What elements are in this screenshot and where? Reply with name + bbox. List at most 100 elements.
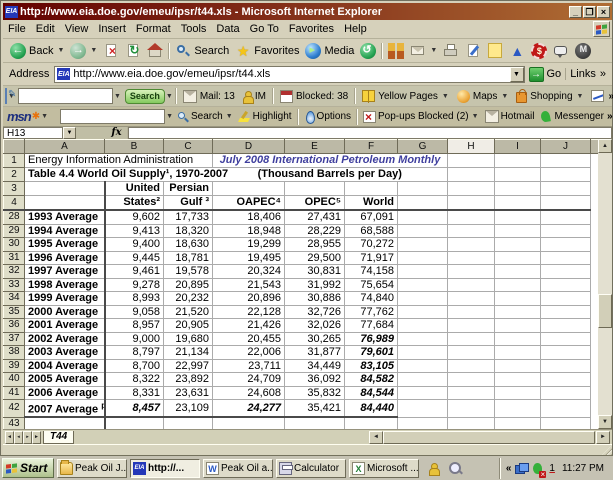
cell-E28[interactable]: 27,431 xyxy=(285,210,345,224)
cell-D32[interactable]: 20,324 xyxy=(213,265,285,279)
cell-D42[interactable]: 24,277 xyxy=(213,400,285,418)
cell[interactable] xyxy=(495,373,541,387)
menu-view[interactable]: View xyxy=(60,21,94,37)
menu-format[interactable]: Format xyxy=(131,21,176,37)
cell-A2[interactable]: Table 4.4 World Oil Supply¹, 1970-2007 xyxy=(25,168,213,182)
scroll-left-button[interactable]: ◄ xyxy=(369,431,383,444)
yahoo-pencil-icon[interactable] xyxy=(5,88,7,104)
cell[interactable] xyxy=(448,332,495,346)
cell-B33[interactable]: 9,278 xyxy=(105,278,164,292)
cell[interactable] xyxy=(495,182,541,196)
media-button[interactable]: Media xyxy=(302,42,357,60)
poker-button[interactable] xyxy=(528,42,550,60)
cell-F32[interactable]: 74,158 xyxy=(345,265,398,279)
cell-B41[interactable]: 8,331 xyxy=(105,386,164,400)
cell[interactable] xyxy=(448,168,495,182)
select-all-corner[interactable] xyxy=(4,140,25,154)
tray-number[interactable]: 1 xyxy=(549,463,555,474)
cell-E33[interactable]: 31,992 xyxy=(285,278,345,292)
cell-F38[interactable]: 79,601 xyxy=(345,346,398,360)
highlight-button[interactable]: Highlight xyxy=(236,111,295,123)
taskbar-button-microsoft-[interactable]: XMicrosoft ... xyxy=(349,459,419,478)
cell[interactable] xyxy=(448,210,495,224)
column-header-C[interactable]: C xyxy=(164,140,213,154)
cell-D31[interactable]: 19,495 xyxy=(213,251,285,265)
msn-input-dropdown[interactable]: ▼ xyxy=(166,113,173,120)
cell-C33[interactable]: 20,895 xyxy=(164,278,213,292)
cell-B30[interactable]: 9,400 xyxy=(105,238,164,252)
cell-B37[interactable]: 9,000 xyxy=(105,332,164,346)
cell[interactable] xyxy=(541,305,591,319)
minimize-button[interactable]: _ xyxy=(569,6,582,18)
cell[interactable] xyxy=(448,400,495,418)
cell-A40[interactable]: 2005 Average xyxy=(25,373,105,387)
cell-A38[interactable]: 2003 Average xyxy=(25,346,105,360)
menu-help[interactable]: Help xyxy=(339,21,372,37)
cell[interactable] xyxy=(495,319,541,333)
cell[interactable] xyxy=(541,373,591,387)
cell[interactable] xyxy=(398,238,448,252)
cell[interactable] xyxy=(448,386,495,400)
cell-D38[interactable]: 22,006 xyxy=(213,346,285,360)
column-header-B[interactable]: B xyxy=(105,140,164,154)
cell[interactable] xyxy=(495,224,541,238)
cell-E4[interactable]: OPEC⁵ xyxy=(285,196,345,211)
cell-A3[interactable] xyxy=(25,182,105,196)
cell[interactable] xyxy=(541,251,591,265)
cell-F37[interactable]: 76,989 xyxy=(345,332,398,346)
options-button[interactable]: Options xyxy=(301,111,354,123)
start-button[interactable]: Start xyxy=(2,458,54,478)
cell-A30[interactable]: 1995 Average xyxy=(25,238,105,252)
cell-D37[interactable]: 20,455 xyxy=(213,332,285,346)
cell[interactable] xyxy=(398,182,448,196)
cell-A1[interactable]: Energy Information Administration xyxy=(25,154,213,168)
tray-chevron[interactable]: « xyxy=(506,463,512,474)
search-button[interactable]: Search xyxy=(172,42,232,60)
cell-E37[interactable]: 30,265 xyxy=(285,332,345,346)
cell[interactable] xyxy=(448,305,495,319)
cell-C40[interactable]: 23,892 xyxy=(164,373,213,387)
cell-A36[interactable]: 2001 Average xyxy=(25,319,105,333)
sheet-tab-t44[interactable]: T44 xyxy=(43,431,74,444)
cell-A33[interactable]: 1998 Average xyxy=(25,278,105,292)
row-header-38[interactable]: 38 xyxy=(4,346,25,360)
cell[interactable] xyxy=(398,319,448,333)
cell-C39[interactable]: 22,997 xyxy=(164,359,213,373)
taskbar-button-peak-oil-j-[interactable]: Peak Oil J... xyxy=(57,459,127,478)
cell-B36[interactable]: 8,957 xyxy=(105,319,164,333)
messenger-button[interactable] xyxy=(572,42,594,60)
column-header-H[interactable]: H xyxy=(448,140,495,154)
cell[interactable] xyxy=(448,346,495,360)
shopping-item[interactable]: Shopping▼ xyxy=(512,89,587,103)
links-button[interactable]: Links» xyxy=(565,68,610,80)
menu-insert[interactable]: Insert xyxy=(93,21,131,37)
scroll-up-button[interactable]: ▲ xyxy=(598,139,612,153)
cell-D34[interactable]: 20,896 xyxy=(213,292,285,306)
taskbar-button-peak-oil-a-[interactable]: WPeak Oil a... xyxy=(203,459,273,478)
cell-B31[interactable]: 9,445 xyxy=(105,251,164,265)
cell-A4[interactable] xyxy=(25,196,105,211)
cell-C28[interactable]: 17,733 xyxy=(164,210,213,224)
cell[interactable] xyxy=(398,292,448,306)
cell-F41[interactable]: 84,544 xyxy=(345,386,398,400)
cell[interactable] xyxy=(541,210,591,224)
cell-D29[interactable]: 18,948 xyxy=(213,224,285,238)
cell-F36[interactable]: 77,684 xyxy=(345,319,398,333)
tab-next-button[interactable]: ▸ xyxy=(23,431,32,444)
cell-C32[interactable]: 19,578 xyxy=(164,265,213,279)
cell-B34[interactable]: 8,993 xyxy=(105,292,164,306)
cell[interactable] xyxy=(495,359,541,373)
horizontal-scroll-thumb[interactable] xyxy=(383,431,595,444)
cell-E41[interactable]: 35,832 xyxy=(285,386,345,400)
cell[interactable] xyxy=(398,305,448,319)
cell[interactable] xyxy=(213,182,285,196)
cell[interactable] xyxy=(398,386,448,400)
cell-E38[interactable]: 31,877 xyxy=(285,346,345,360)
cell-C36[interactable]: 20,905 xyxy=(164,319,213,333)
fx-icon[interactable]: fx xyxy=(106,127,128,139)
cell[interactable] xyxy=(398,196,448,211)
vertical-scrollbar[interactable]: ▲ ▼ xyxy=(598,139,612,429)
notes-button[interactable] xyxy=(484,42,506,59)
cell[interactable] xyxy=(541,196,591,211)
cell-B38[interactable]: 8,797 xyxy=(105,346,164,360)
